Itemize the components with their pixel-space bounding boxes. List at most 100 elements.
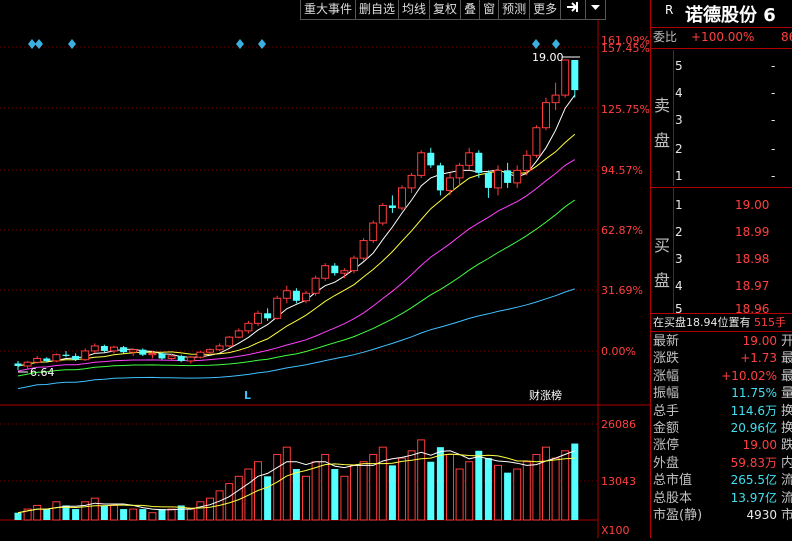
tb-window-button[interactable]: 窗 <box>480 0 500 20</box>
stat-row: 涨停 19.00 跌 <box>653 437 792 454</box>
volume-bar-down <box>292 469 300 520</box>
candle-body-down <box>292 290 300 301</box>
candle-body-up <box>350 257 358 272</box>
volume-bar-down <box>120 509 128 520</box>
tb-forecast-button[interactable]: 预测 <box>499 0 531 20</box>
stat-value: 114.6万 <box>730 403 777 418</box>
stat-row: 外盘 59.83万内 <box>653 455 792 472</box>
stat-right-label: 量 <box>781 386 792 402</box>
candle-body-up <box>340 270 349 274</box>
stock-name: 诺德股份 6 <box>685 5 776 26</box>
volume-bar-down <box>264 476 272 520</box>
candle-body-down <box>14 363 22 366</box>
candle-body-up <box>542 102 550 129</box>
buy-level-3: 3 18.98 <box>675 252 770 266</box>
candle-body-down <box>120 347 128 353</box>
candle-body-up <box>513 169 522 184</box>
candle-body-up <box>90 345 99 352</box>
volume-bar-up <box>522 461 531 521</box>
weibi-value: +100.00% <box>691 30 755 44</box>
tb-overlay-button[interactable]: 叠 <box>461 0 481 20</box>
stat-label: 涨停 <box>653 438 680 454</box>
tb-moving-average-button[interactable]: 均线 <box>399 0 431 20</box>
kline-chart-area[interactable]: 161.09% 157.45% 125.75% 94.57% 62.87% 31.69% 0… <box>0 0 650 538</box>
stat-value: 13.97亿 <box>730 490 777 505</box>
volume-bar-down <box>139 509 147 520</box>
candle-body-up <box>273 297 282 319</box>
candle-body-up <box>311 277 320 294</box>
sell-level-4: 4- <box>675 86 776 100</box>
volume-bar-up <box>398 457 406 521</box>
queue-text: 在买盘18.94位置有 <box>653 316 751 329</box>
tb-more-button[interactable]: 更多 <box>530 0 562 20</box>
stat-right-label: 开 <box>781 334 792 349</box>
volume-bar-up <box>542 446 550 521</box>
stat-label: 外盘 <box>653 455 680 471</box>
candle-body-down <box>139 349 147 355</box>
candle-body-down <box>571 60 579 91</box>
volume-bar-up <box>455 468 464 521</box>
candle-body-up <box>417 152 426 176</box>
pin-icon[interactable] <box>561 0 587 20</box>
candle-body-up <box>215 345 224 351</box>
candle-body-up <box>359 240 368 259</box>
event-marker-icon <box>68 39 76 49</box>
volume-bar-down <box>158 509 166 520</box>
event-marker-icon <box>552 39 560 49</box>
volume-bar-up <box>167 508 176 521</box>
candle-body-up <box>369 222 378 242</box>
volume-bar-down <box>72 509 80 520</box>
low-price-label: 6.64 <box>30 366 55 379</box>
kline-svg[interactable]: 161.09%157.45%125.75%94.57%62.87%31.69%0… <box>0 0 650 538</box>
divider <box>651 27 792 28</box>
volume-bar-up <box>561 450 570 521</box>
stat-right-label: 流 <box>781 490 792 506</box>
candle-body-up <box>561 59 570 96</box>
tb-remove-watchlist-button[interactable]: 删自选 <box>356 0 400 20</box>
volume-bar-down <box>331 469 339 520</box>
stat-value: 59.83万 <box>730 455 777 470</box>
ma5-line <box>17 94 576 367</box>
quote-side-panel: R 诺德股份 6 委比 +100.00% 86 卖 盘 5- 4- 3- 2- … <box>650 0 792 538</box>
volume-bar-up <box>33 504 42 521</box>
rank-marker: 财涨榜 <box>529 388 562 402</box>
tb-restore-rights-button[interactable]: 复权 <box>430 0 462 20</box>
candle-body-up <box>455 164 464 179</box>
caret-down-icon[interactable] <box>586 0 607 20</box>
volume-bar-up <box>340 475 349 521</box>
volume-bar-down <box>427 461 435 520</box>
candle-body-down <box>475 152 483 173</box>
volume-axis-label: 26086 <box>601 418 636 431</box>
event-marker-icon <box>28 39 36 49</box>
price-axis-label: 31.69% <box>601 284 643 297</box>
stat-value: +10.02% <box>721 368 777 383</box>
sell-level-3: 3- <box>675 113 776 127</box>
tb-major-events-button[interactable]: 重大事件 <box>301 0 357 20</box>
candle-body-up <box>321 265 330 279</box>
stat-value: 19.00 <box>742 334 777 348</box>
volume-bar-up <box>359 461 368 521</box>
volume-bar-down <box>14 512 22 520</box>
divider <box>651 48 792 49</box>
buy-level-5: 5 18.96 <box>675 302 770 313</box>
high-price-label: 19.00 <box>532 51 564 64</box>
queue-row: 在买盘18.94位置有 515手 <box>653 314 792 331</box>
candle-body-down <box>43 358 51 361</box>
stat-value: 265.5亿 <box>730 473 777 488</box>
stat-right-label: 最 <box>781 368 792 384</box>
stat-label: 涨幅 <box>653 368 680 384</box>
price-axis-label: 0.00% <box>601 345 636 358</box>
candle-body-up <box>551 94 560 104</box>
candle-body-down <box>62 354 70 356</box>
stat-value: 4930 <box>746 508 777 522</box>
stat-row: 市盈(静) 4930 市 <box>653 507 792 524</box>
volume-bar-up <box>52 501 61 521</box>
stat-row: 总手 114.6万换 <box>653 403 792 420</box>
r-tag: R <box>665 3 674 17</box>
stat-row: 总股本 13.97亿流 <box>653 490 792 507</box>
volume-bar-up <box>407 450 416 521</box>
candle-body-up <box>81 350 90 361</box>
weibi-label: 委比 <box>653 30 678 44</box>
candle-body-up <box>465 152 474 166</box>
sell-level-2: 2- <box>675 142 776 156</box>
